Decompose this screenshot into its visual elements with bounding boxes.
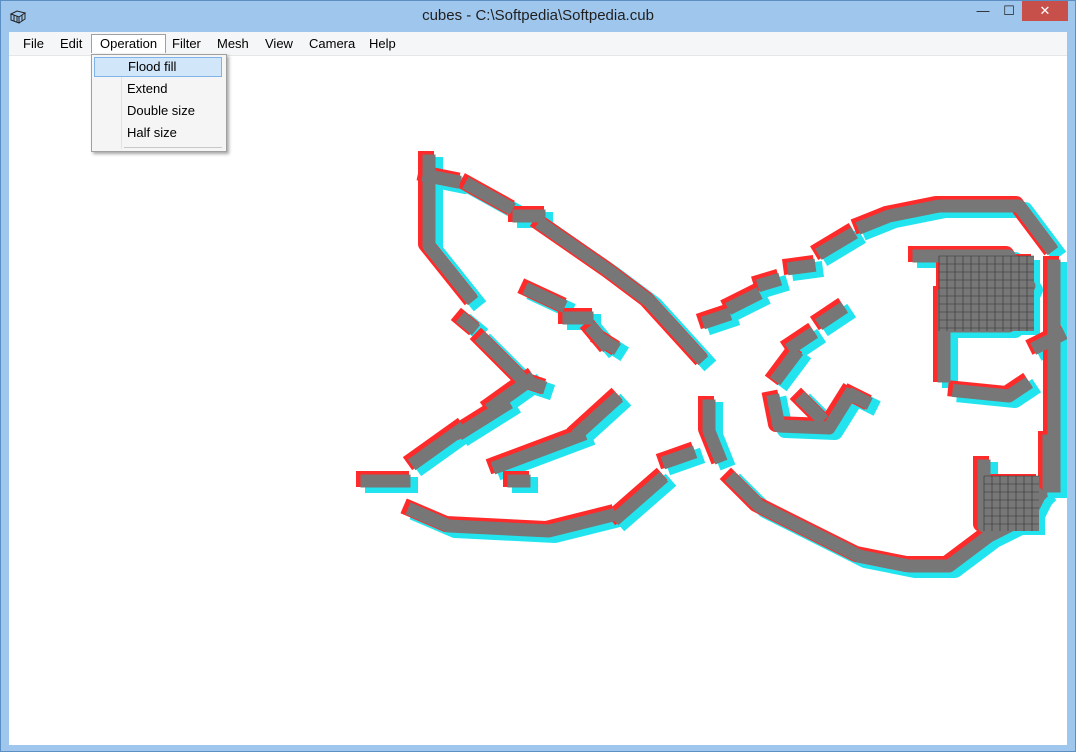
voxel-body-layer (700, 307, 733, 330)
app-window: cubes - C:\Softpedia\Softpedia.cub — ☐ ✕… (0, 0, 1076, 752)
menu-file[interactable]: File (15, 34, 52, 53)
voxel-body-layer (462, 177, 516, 215)
menu-mesh[interactable]: Mesh (209, 34, 257, 53)
menu-item-flood-fill[interactable]: Flood fill (94, 57, 222, 77)
menu-camera[interactable]: Camera (301, 34, 363, 53)
menu-help[interactable]: Help (361, 34, 404, 53)
voxel-body-layer (725, 287, 763, 315)
voxel-body-layer (595, 332, 621, 355)
maximize-button[interactable]: ☐ (996, 1, 1022, 21)
voxel-body-layer (660, 445, 698, 470)
voxel-body-layer (534, 216, 709, 366)
minimize-button[interactable]: — (970, 1, 996, 21)
menu-item-extend[interactable]: Extend (94, 79, 222, 99)
menu-filter[interactable]: Filter (164, 34, 209, 53)
window-title: cubes - C:\Softpedia\Softpedia.cub (422, 7, 654, 24)
menu-separator (124, 147, 222, 148)
menu-operation[interactable]: Operation (91, 34, 167, 53)
voxel-body-layer (1030, 327, 1067, 355)
menu-edit[interactable]: Edit (52, 34, 90, 53)
voxel-body-layer (845, 387, 873, 410)
cube-model-render (356, 151, 1067, 578)
menu-item-double-size[interactable]: Double size (94, 101, 222, 121)
operation-dropdown-menu: Flood fill Extend Double size Half size (91, 54, 227, 152)
voxel-body-layer (455, 311, 481, 336)
3d-viewport[interactable] (9, 56, 1067, 745)
voxel-body-layer (784, 326, 819, 356)
menu-item-half-size[interactable]: Half size (94, 123, 222, 143)
voxel-body-layer (755, 272, 783, 293)
menu-bar: File Edit Operation Filter Mesh View Cam… (9, 32, 1067, 56)
voxel-body-layer (786, 258, 817, 276)
voxel-body-layer (421, 168, 462, 189)
menu-view[interactable]: View (257, 34, 301, 53)
title-bar[interactable]: cubes - C:\Softpedia\Softpedia.cub — ☐ ✕ (1, 1, 1075, 32)
voxel-body-layer (814, 301, 849, 331)
close-button[interactable]: ✕ (1022, 1, 1068, 21)
